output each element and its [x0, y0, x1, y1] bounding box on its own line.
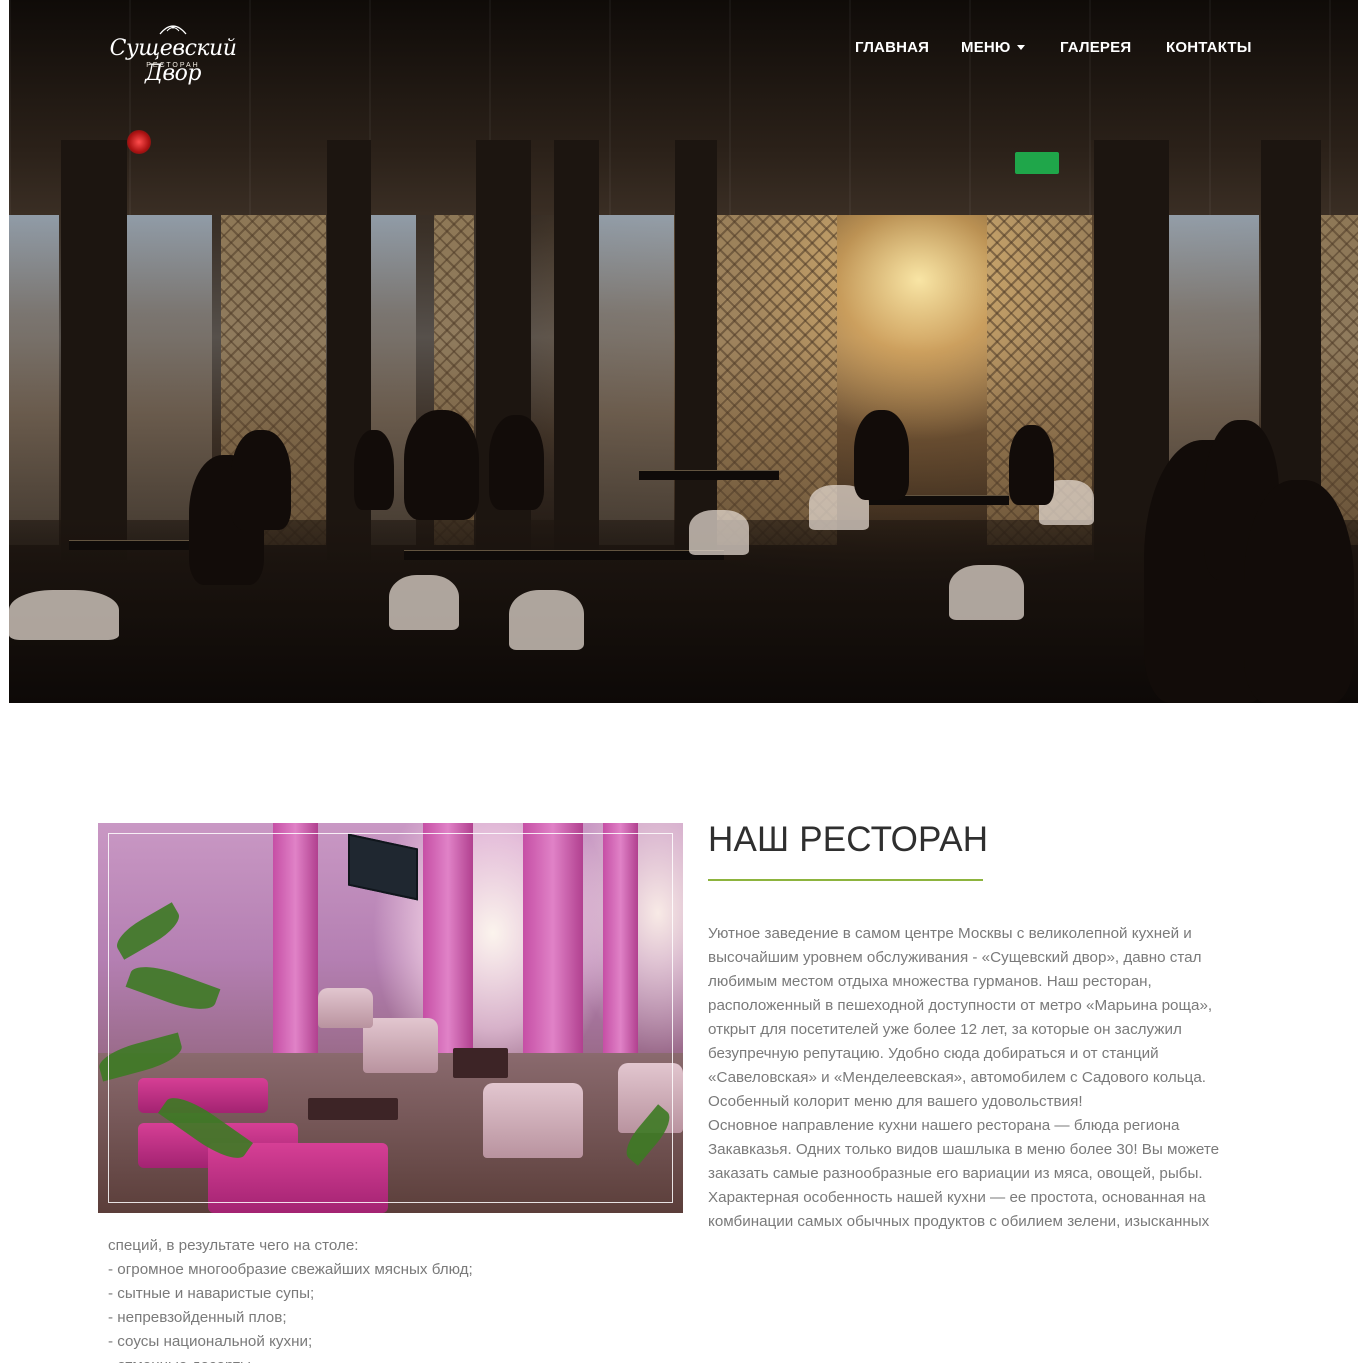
- logo[interactable]: Сущевский Двор РЕСТОРАН: [98, 22, 248, 86]
- logo-subtitle: РЕСТОРАН: [146, 62, 200, 69]
- list-item: - огромное многообразие свежайших мясных…: [108, 1261, 473, 1278]
- paragraph-line: Уютное заведение в самом центре Москвы с…: [708, 925, 1192, 942]
- hero-red-light: [127, 130, 151, 154]
- paragraph-line: Основное направление кухни нашего рестор…: [708, 1117, 1180, 1134]
- paragraph-line: комбинации самых обычных продуктов с оби…: [708, 1213, 1210, 1230]
- paragraph-line: заказать самые разнообразные его вариаци…: [708, 1165, 1203, 1182]
- hero-table: [404, 550, 724, 560]
- photo-frame: [108, 833, 673, 1203]
- nav-item-menu[interactable]: МЕНЮ: [961, 38, 1025, 56]
- crown-icon: [159, 25, 187, 35]
- logo-name: Сущевский Двор: [109, 36, 237, 86]
- list-item: - отменные десерты.: [108, 1354, 708, 1363]
- nav-item-label: ГЛАВНАЯ: [855, 38, 930, 56]
- paragraph-line: любимым местом отдыха множества гурманов…: [708, 973, 1152, 990]
- hero-guest: [404, 410, 479, 520]
- hero-chair: [949, 565, 1024, 620]
- restaurant-interior-photo: [98, 823, 683, 1213]
- list-item: - соусы национальной кухни;: [108, 1333, 313, 1350]
- hero-image: [9, 0, 1358, 703]
- title-underline: [708, 879, 983, 881]
- hero-pillar: [675, 140, 717, 560]
- paragraph-line: Особенный колорит меню для вашего удовол…: [708, 1093, 1083, 1110]
- hero-chair: [389, 575, 459, 630]
- hero-chair: [9, 590, 119, 640]
- paragraph-line: открыт для посетителей уже более 12 лет,…: [708, 1021, 1182, 1038]
- hero-guest: [1009, 425, 1054, 505]
- paragraph-line: расположенный в пешеходной доступности о…: [708, 997, 1213, 1014]
- hero-table: [639, 470, 779, 480]
- hero-pillar: [554, 140, 599, 560]
- nav-item-label: ГАЛЕРЕЯ: [1060, 38, 1132, 56]
- hero-guest: [1244, 480, 1354, 703]
- hero-window: [9, 215, 59, 545]
- about-list: специй, в результате чего на столе: - ог…: [108, 1234, 708, 1363]
- nav-item-label: КОНТАКТЫ: [1166, 38, 1252, 56]
- paragraph-line: Закавказья. Одних только видов шашлыка в…: [708, 1141, 1220, 1158]
- about-paragraph: Уютное заведение в самом центре Москвы с…: [708, 922, 1253, 1234]
- hero-chair: [689, 510, 749, 555]
- hero-pillar: [61, 140, 127, 560]
- hero-guest: [489, 415, 544, 510]
- section-title: НАШ РЕСТОРАН: [708, 820, 989, 859]
- nav-item-gallery[interactable]: ГАЛЕРЕЯ: [1060, 38, 1131, 56]
- paragraph-line: безупречную репутацию. Удобно сюда добир…: [708, 1045, 1159, 1062]
- nav-item-label: МЕНЮ: [961, 38, 1011, 56]
- list-item: - сытные и наваристые супы;: [108, 1285, 315, 1302]
- caret-down-icon: [1016, 44, 1025, 50]
- hero-guest: [231, 430, 291, 530]
- paragraph-line: «Савеловская» и «Менделеевская», автомоб…: [708, 1069, 1206, 1086]
- hero-chair: [509, 590, 584, 650]
- paragraph-line: Характерная особенность нашей кухни — ее…: [708, 1189, 1206, 1206]
- nav-item-contacts[interactable]: КОНТАКТЫ: [1166, 38, 1252, 56]
- hero-exit-sign: [1015, 152, 1059, 174]
- paragraph-line: высочайшим уровнем обслуживания - «Сущев…: [708, 949, 1202, 966]
- nav-item-home[interactable]: ГЛАВНАЯ: [855, 38, 929, 56]
- list-item: - непревзойденный плов;: [108, 1309, 287, 1326]
- list-item: специй, в результате чего на столе:: [108, 1237, 359, 1254]
- hero-guest: [354, 430, 394, 510]
- hero-window: [599, 215, 674, 545]
- hero-guest: [854, 410, 909, 500]
